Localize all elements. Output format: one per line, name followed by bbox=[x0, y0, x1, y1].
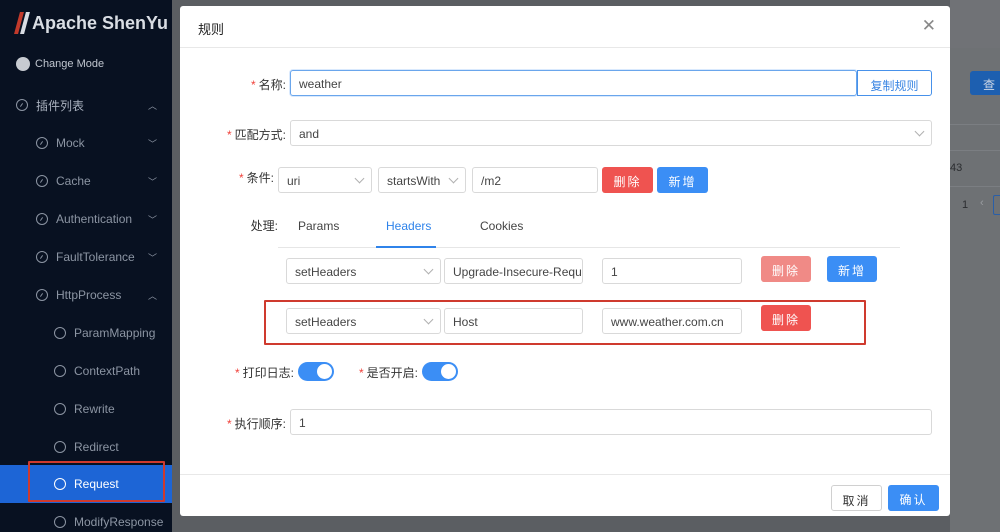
chevron-up-icon: ︿ bbox=[147, 291, 157, 301]
background-page-number: 1 bbox=[962, 199, 969, 211]
condition-operator-value: startsWith bbox=[387, 174, 441, 188]
logo-mark-icon bbox=[14, 12, 30, 34]
mode-toggle-icon bbox=[16, 57, 30, 71]
sidebar-item-label: Authentication bbox=[56, 212, 133, 226]
background-divider bbox=[950, 124, 1000, 125]
cancel-button[interactable]: 取消 bbox=[831, 485, 882, 511]
header-value-input[interactable]: 1 bbox=[602, 258, 742, 284]
match-type-label: * 匹配方式: bbox=[226, 128, 286, 142]
chevron-up-icon: ︿ bbox=[147, 101, 157, 111]
background-cell: 43 bbox=[950, 162, 963, 174]
sidebar-item-label: Rewrite bbox=[74, 402, 115, 416]
condition-value-input[interactable]: /m2 bbox=[472, 167, 598, 193]
sidebar-item-rewrite[interactable]: Rewrite bbox=[0, 390, 172, 428]
background-divider bbox=[950, 186, 1000, 187]
sidebar: Apache ShenYu Change Mode 插件列表 ︿ Mock ﹀ … bbox=[0, 0, 172, 532]
chevron-down-icon bbox=[448, 173, 459, 184]
confirm-button[interactable]: 确认 bbox=[888, 485, 939, 511]
sidebar-item-label: Mock bbox=[56, 136, 85, 150]
sidebar-item-mock[interactable]: Mock ﹀ bbox=[0, 124, 172, 162]
key-icon bbox=[54, 365, 66, 377]
sidebar-item-label: Cache bbox=[56, 174, 91, 188]
change-mode-toggle[interactable]: Change Mode bbox=[16, 57, 104, 71]
sidebar-item-authentication[interactable]: Authentication ﹀ bbox=[0, 200, 172, 238]
dashboard-icon bbox=[36, 137, 48, 149]
dashboard-icon bbox=[16, 99, 28, 111]
dashboard-icon bbox=[36, 175, 48, 187]
condition-operator-select[interactable]: startsWith bbox=[378, 167, 466, 193]
sidebar-item-modifyresponse[interactable]: ModifyResponse bbox=[0, 503, 172, 532]
change-mode-label: Change Mode bbox=[35, 58, 105, 70]
handle-label: 处理: bbox=[250, 219, 278, 233]
modal-header: 规则 ✕ bbox=[180, 6, 950, 48]
sidebar-item-label: ContextPath bbox=[74, 364, 141, 378]
header-add-button[interactable]: 新增 bbox=[827, 256, 877, 282]
match-type-select[interactable]: and bbox=[290, 120, 932, 146]
order-label: * 执行顺序: bbox=[226, 417, 286, 431]
chevron-down-icon: ﹀ bbox=[147, 177, 157, 187]
block-icon bbox=[54, 327, 66, 339]
name-input[interactable]: weather bbox=[290, 70, 857, 96]
header-delete-button[interactable]: 删除 bbox=[761, 256, 811, 282]
chevron-down-icon: ﹀ bbox=[147, 253, 157, 263]
header-type-select[interactable]: setHeaders bbox=[286, 258, 441, 284]
copy-rule-button[interactable]: 复制规则 bbox=[857, 70, 932, 96]
header-type-value: setHeaders bbox=[295, 265, 357, 279]
rule-modal: 规则 ✕ * 名称: weather 复制规则 * 匹配方式: and * 条件: u… bbox=[180, 6, 950, 516]
condition-label: * 条件: bbox=[238, 171, 274, 185]
dashboard-icon bbox=[36, 213, 48, 225]
sidebar-item-plugin-list[interactable]: 插件列表 ︿ bbox=[0, 86, 172, 124]
block-icon bbox=[54, 516, 66, 528]
sidebar-item-httpprocess[interactable]: HttpProcess ︿ bbox=[0, 276, 172, 314]
highlight-box-request bbox=[28, 461, 165, 502]
chevron-left-icon: ‹ bbox=[980, 197, 984, 209]
block-icon bbox=[54, 403, 66, 415]
background-page-box bbox=[993, 195, 1000, 215]
log-label: * 打印日志: bbox=[234, 366, 294, 380]
name-label: * 名称: bbox=[250, 78, 286, 92]
sidebar-item-label: 插件列表 bbox=[36, 98, 85, 113]
logo: Apache ShenYu bbox=[14, 10, 168, 36]
modal-footer: 取消 确认 bbox=[180, 474, 950, 516]
background-divider bbox=[950, 150, 1000, 151]
sidebar-item-label: HttpProcess bbox=[56, 288, 122, 302]
modal-title: 规则 bbox=[198, 22, 225, 37]
chevron-down-icon: ﹀ bbox=[147, 215, 157, 225]
condition-param-type-value: uri bbox=[287, 174, 301, 188]
redirect-icon bbox=[54, 441, 66, 453]
background-search-button: 查 bbox=[970, 71, 1000, 95]
sidebar-item-cache[interactable]: Cache ﹀ bbox=[0, 162, 172, 200]
sidebar-item-label: ParamMapping bbox=[74, 326, 156, 340]
log-switch[interactable] bbox=[298, 362, 334, 381]
tab-params[interactable]: Params bbox=[298, 216, 339, 248]
chevron-down-icon bbox=[354, 173, 365, 184]
tab-active-indicator bbox=[376, 246, 436, 248]
sidebar-item-parammapping[interactable]: ParamMapping bbox=[0, 314, 172, 352]
background-topbar bbox=[950, 0, 1000, 48]
highlight-box-host-row bbox=[264, 300, 866, 345]
dashboard-icon bbox=[36, 289, 48, 301]
chevron-down-icon bbox=[423, 264, 434, 275]
dashboard-icon bbox=[36, 251, 48, 263]
order-input[interactable]: 1 bbox=[290, 409, 932, 435]
tab-headers[interactable]: Headers bbox=[386, 216, 431, 248]
sidebar-item-contextpath[interactable]: ContextPath bbox=[0, 352, 172, 390]
close-icon[interactable]: ✕ bbox=[922, 16, 936, 36]
condition-delete-button[interactable]: 删除 bbox=[602, 167, 653, 193]
logo-text: Apache ShenYu bbox=[32, 12, 169, 33]
tab-cookies[interactable]: Cookies bbox=[480, 216, 523, 248]
match-type-value: and bbox=[299, 127, 320, 141]
chevron-down-icon: ﹀ bbox=[147, 139, 157, 149]
header-key-input[interactable]: Upgrade-Insecure-Requ bbox=[444, 258, 583, 284]
sidebar-item-label: Redirect bbox=[74, 440, 119, 454]
chevron-down-icon bbox=[914, 126, 925, 137]
sidebar-item-label: ModifyResponse bbox=[74, 515, 164, 529]
sidebar-item-label: FaultTolerance bbox=[56, 250, 135, 264]
condition-add-button[interactable]: 新增 bbox=[657, 167, 708, 193]
condition-param-type-select[interactable]: uri bbox=[278, 167, 372, 193]
handle-tabs: Params Headers Cookies bbox=[278, 216, 900, 248]
enable-label: * 是否开启: bbox=[358, 366, 418, 380]
sidebar-item-faulttolerance[interactable]: FaultTolerance ﹀ bbox=[0, 238, 172, 276]
enable-switch[interactable] bbox=[422, 362, 458, 381]
